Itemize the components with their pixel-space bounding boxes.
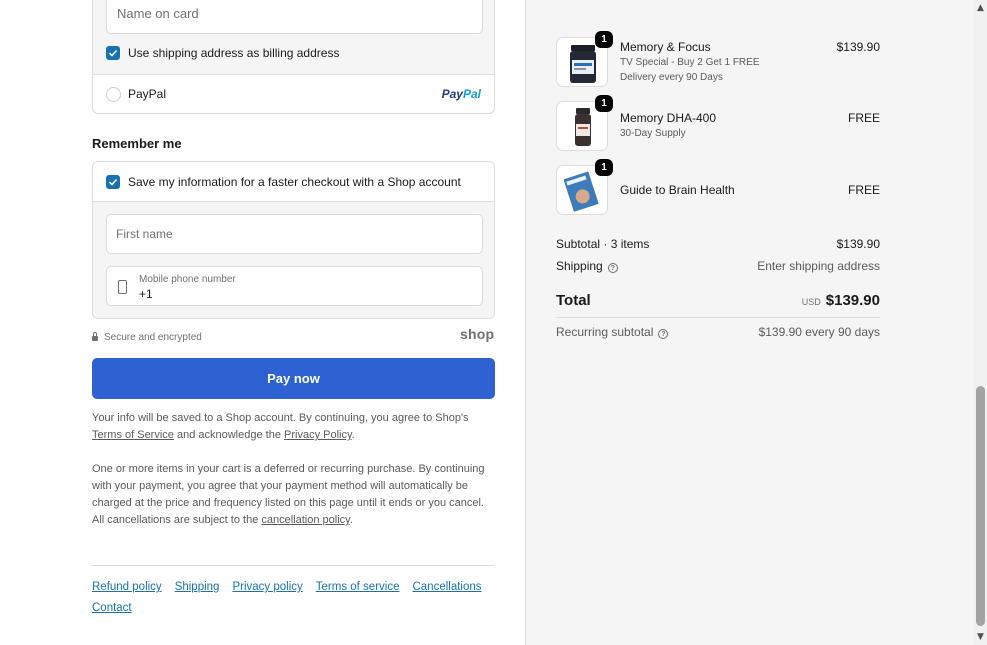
save-info-checkbox[interactable] [106,174,120,189]
footer-link-cancellations[interactable]: Cancellations [412,581,481,593]
shipping-row: Shipping? Enter shipping address [556,259,880,273]
phone-icon [118,280,127,294]
paypal-option[interactable]: PayPal PayPal [93,74,494,113]
recurring-purchase-legal-text: One or more items in your cart is a defe… [92,463,485,526]
item-variant: TV Special - Buy 2 Get 1 FREE [620,57,760,68]
total-divider [556,317,880,318]
order-summary-panel [526,0,974,645]
mobile-phone-label: Mobile phone number [139,274,236,285]
currency-code: USD [801,297,821,307]
subtotal-row: Subtotal · 3 items $139.90 [556,237,880,251]
footer-divider [92,565,495,566]
quantity-badge: 1 [595,159,613,176]
subtotal-value: $139.90 [836,237,880,251]
recurring-subtotal-label: Recurring subtotal [556,325,654,339]
save-info-label: Save my information for a faster checkou… [128,174,461,189]
item-variant: 30-Day Supply [620,128,686,139]
item-price: $139.90 [836,40,880,54]
page-scrollbar[interactable]: ▲ ▼ [974,0,987,645]
help-icon[interactable]: ? [658,329,669,339]
shop-account-box: Save my information for a faster checkou… [92,161,495,319]
shipping-label: Shipping [556,259,603,273]
help-icon[interactable]: ? [607,263,618,273]
scrollbar-thumb[interactable] [976,386,985,626]
terms-of-service-link[interactable]: Terms of Service [92,429,174,441]
secure-notice: Secure and encrypted [92,332,202,343]
total-value: $139.90 [825,292,880,309]
paypal-radio[interactable] [106,86,121,102]
order-item: 1 Memory & Focus TV Special - Buy 2 Get … [556,31,880,87]
footer-link-shipping[interactable]: Shipping [175,581,220,593]
footer-link-contact[interactable]: Contact [92,602,132,614]
lock-icon [92,332,98,341]
first-name-placeholder: First name [116,227,173,241]
name-on-card-field[interactable]: Name on card [106,0,483,34]
scroll-down-arrow-icon[interactable]: ▼ [974,629,987,645]
shop-account-legal-text: Your info will be saved to a Shop accoun… [92,412,469,441]
recurring-subtotal-value: $139.90 every 90 days [758,325,880,339]
billing-address-checkbox-row[interactable]: Use shipping address as billing address [106,43,339,63]
shipping-value: Enter shipping address [757,259,880,273]
shop-logo: shop [460,326,495,342]
checkmark-icon [108,178,118,186]
payment-method-box: Name on card Use shipping address as bil… [92,0,495,114]
pay-now-button[interactable]: Pay now [92,358,495,399]
name-on-card-placeholder: Name on card [117,6,199,21]
item-name: Guide to Brain Health [620,183,735,197]
mobile-phone-value: +1 [139,287,153,301]
item-name: Memory DHA-400 [620,111,717,125]
paypal-logo: PayPal [441,87,481,101]
save-info-checkbox-row[interactable]: Save my information for a faster checkou… [93,162,494,202]
quantity-badge: 1 [595,95,613,112]
quantity-badge: 1 [595,31,613,48]
item-price: FREE [847,183,880,197]
cancellation-policy-link[interactable]: cancellation policy [261,514,349,526]
remember-me-heading: Remember me [92,136,182,151]
secure-text: Secure and encrypted [104,332,202,343]
total-label: Total [556,292,591,309]
order-item: 1 Memory DHA-400 30-Day Supply FREE [556,95,880,151]
checkmark-icon [108,49,118,57]
paypal-label: PayPal [128,87,167,101]
recurring-subtotal-row: Recurring subtotal? $139.90 every 90 day… [556,325,880,339]
total-amount: USD $139.90 [802,292,880,309]
footer-links: Refund policy Shipping Privacy policy Terms… [92,577,495,619]
item-delivery: Delivery every 90 Days [620,72,723,83]
item-name: Memory & Focus [620,40,711,54]
billing-checkbox-label: Use shipping address as billing address [128,46,340,60]
item-price: FREE [847,111,880,125]
first-name-field[interactable]: First name [106,214,483,254]
privacy-policy-link[interactable]: Privacy Policy [284,429,352,441]
subtotal-label: Subtotal · 3 items [556,237,650,251]
billing-checkbox[interactable] [106,46,120,60]
scroll-up-arrow-icon[interactable]: ▲ [974,0,987,16]
footer-link-privacy-policy[interactable]: Privacy policy [232,581,302,593]
mobile-phone-field[interactable]: Mobile phone number +1 [106,266,483,306]
order-item: 1 Guide to Brain Health FREE [556,159,880,215]
footer-link-refund-policy[interactable]: Refund policy [92,581,162,593]
footer-link-terms-of-service[interactable]: Terms of service [316,581,400,593]
